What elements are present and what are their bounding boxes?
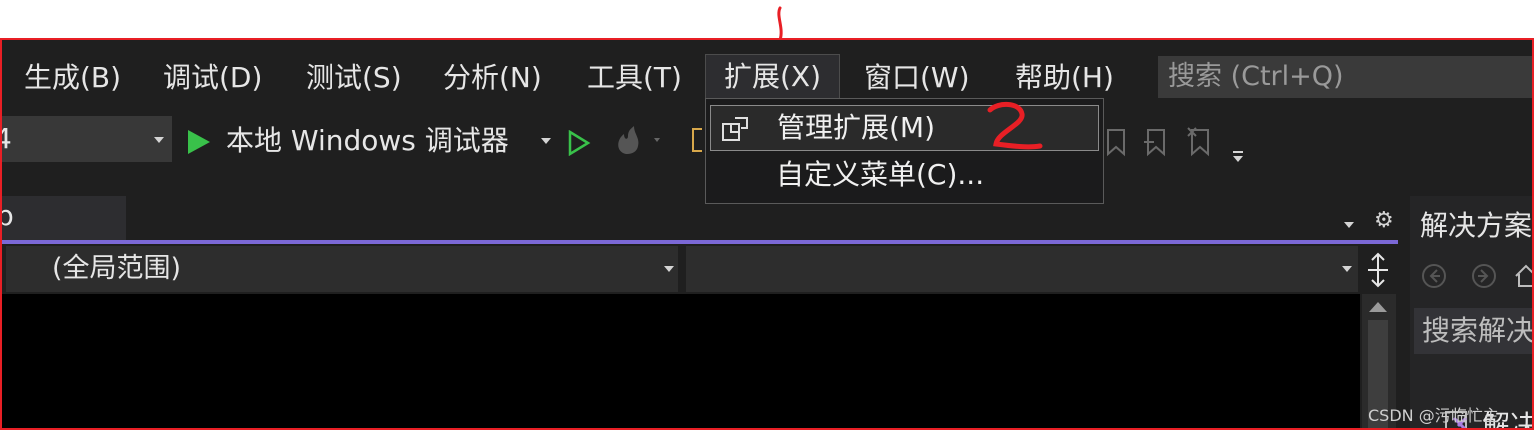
customize-menu-label: 自定义菜单(C)... [776, 158, 985, 191]
active-tab-accent [2, 240, 1398, 244]
document-tab[interactable]: p [2, 196, 126, 240]
bookmark-prev-icon[interactable] [1102, 126, 1132, 158]
code-editor[interactable] [2, 294, 1360, 428]
customize-menu-item[interactable]: 自定义菜单(C)... [710, 153, 1099, 199]
search-input[interactable]: 搜索 (Ctrl+Q) [1158, 56, 1532, 98]
menu-tools[interactable]: 工具(T) [587, 56, 682, 100]
run-dropdown-chevron-icon[interactable] [541, 138, 551, 144]
solution-explorer: 解决方案 搜索解决 解决 [1410, 196, 1534, 428]
chevron-down-icon [154, 137, 164, 143]
menu-window[interactable]: 窗口(W) [864, 56, 970, 100]
toolbar-overflow-icon[interactable] [1230, 150, 1246, 164]
scope-value: (全局范围) [52, 253, 182, 284]
platform-dropdown[interactable]: 4 [2, 116, 172, 162]
split-window-icon[interactable] [1362, 250, 1394, 290]
menu-analyze[interactable]: 分析(N) [443, 56, 542, 100]
bookmark-clear-icon[interactable] [1186, 126, 1216, 158]
solution-search-input[interactable]: 搜索解决 [1414, 308, 1534, 354]
forward-icon[interactable] [1470, 262, 1498, 290]
folder-icon[interactable] [692, 128, 702, 152]
annotation-mark-2: 2 [986, 100, 1046, 152]
back-icon[interactable] [1420, 262, 1448, 290]
annotation-mark-1 [777, 6, 783, 42]
chevron-down-icon [1342, 266, 1352, 272]
extensions-icon [722, 117, 748, 141]
menu-extensions[interactable]: 扩展(X) [705, 54, 841, 101]
solution-explorer-toolbar [1410, 256, 1534, 296]
scope-dropdown[interactable]: (全局范围) [6, 246, 678, 292]
manage-extensions-label: 管理扩展(M) [777, 111, 936, 144]
ide-window: 生成(B) 调试(D) 测试(S) 分析(N) 工具(T) 扩展(X) 窗口(W… [0, 38, 1534, 430]
member-dropdown[interactable] [686, 246, 1358, 292]
start-without-debugging-icon[interactable] [567, 130, 591, 156]
menu-build[interactable]: 生成(B) [24, 56, 121, 100]
chevron-down-icon [664, 266, 674, 272]
platform-value: 4 [2, 116, 12, 162]
scroll-up-icon[interactable] [1369, 302, 1387, 312]
menu-test[interactable]: 测试(S) [306, 56, 402, 100]
menu-help[interactable]: 帮助(H) [1015, 56, 1114, 100]
hot-reload-icon[interactable] [612, 124, 664, 156]
bookmark-next-icon[interactable] [1142, 126, 1172, 158]
document-tab-title: p [2, 196, 14, 236]
play-icon [188, 130, 210, 154]
solution-search-placeholder: 搜索解决 [1422, 314, 1534, 347]
run-label: 本地 Windows 调试器 [226, 124, 509, 157]
tab-list-chevron-icon[interactable] [1344, 222, 1354, 228]
watermark: CSDN @污临忙主 [1368, 406, 1499, 425]
gear-icon[interactable]: ⚙ [1374, 208, 1394, 233]
menu-debug[interactable]: 调试(D) [163, 56, 262, 100]
home-icon[interactable] [1514, 262, 1534, 290]
solution-explorer-title: 解决方案 [1420, 209, 1533, 242]
